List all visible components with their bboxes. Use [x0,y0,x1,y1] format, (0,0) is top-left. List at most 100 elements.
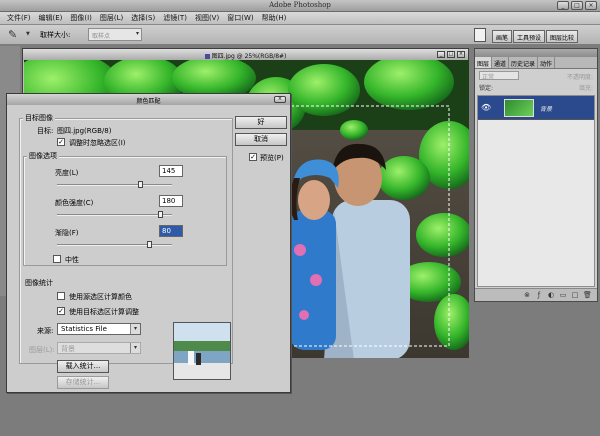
luminance-slider-track[interactable] [57,184,172,186]
menu-file[interactable]: 文件(F) [3,13,35,23]
trash-icon[interactable]: 🗑 [583,291,592,299]
fade-label: 渐隐(F) [55,229,79,237]
match-color-dialog: 颜色匹配 × 目标图像 目标: 图四.jpg(RGB/8) ✓ 调整时忽略选区(… [6,93,291,393]
color-intensity-input[interactable]: 180 [159,195,183,207]
layer-value: 背景 [61,345,75,353]
source-select[interactable]: Statistics File ▾ [57,323,141,335]
source-label: 来源: [37,327,54,335]
app-title: Adobe Photoshop [269,1,331,9]
image-options-group [23,156,227,266]
layer-name: 背景 [540,106,553,113]
cancel-button[interactable]: 取消 [235,133,287,146]
ignore-selection-label: 调整时忽略选区(I) [69,139,126,147]
document-close-button[interactable]: × [457,51,465,58]
dialog-title-bar[interactable]: 颜色匹配 × [7,94,290,105]
chevron-down-icon: ▾ [130,343,140,353]
lock-row: 锁定: 填充: [475,81,597,93]
document-title-bar[interactable]: 图四.jpg @ 25%(RGB/8#) _ □ × [23,49,468,60]
tab-channels[interactable]: 通道 [492,57,510,68]
tab-history[interactable]: 历史记录 [509,57,539,68]
luminance-label: 亮度(L) [55,169,79,177]
menu-bar: 文件(F) 编辑(E) 图像(I) 图层(L) 选择(S) 滤镜(T) 视图(V… [0,12,600,25]
save-statistics-button[interactable]: 存储统计... [57,376,109,389]
fade-slider-thumb[interactable] [147,241,152,248]
source-value: Statistics File [61,325,107,333]
menu-filter[interactable]: 滤镜(T) [159,13,191,23]
layers-panel-tabs: 图层 通道 历史记录 动作 [475,57,597,69]
document-title: 图四.jpg @ 25%(RGB/8#) [23,51,468,60]
window-controls: _ □ × [557,1,597,10]
ignore-selection-checkbox[interactable]: ✓ [57,138,65,146]
blend-row: 正常 不透明度: [475,69,597,81]
maximize-button[interactable]: □ [571,1,583,10]
layers-panel-header[interactable] [475,49,597,57]
tool-preset-caret-icon[interactable]: ▼ [26,31,30,37]
title-bar: Adobe Photoshop _ □ × [0,0,600,12]
layers-panel-footer: ⊗ ƒ ◐ ▭ □ 🗑 [475,288,597,301]
menu-help[interactable]: 帮助(H) [258,13,291,23]
menu-view[interactable]: 视图(V) [191,13,223,23]
layer-row-background[interactable]: 👁 背景 [478,96,594,120]
layer-list: 👁 背景 [477,95,595,287]
document-icon[interactable] [474,28,486,42]
minimize-button[interactable]: _ [557,1,569,10]
dialog-close-button[interactable]: × [274,96,286,103]
new-group-icon[interactable]: ▭ [559,291,567,299]
chevron-down-icon: ▾ [135,30,139,37]
tab-layers[interactable]: 图层 [475,57,493,68]
neutralize-label: 中性 [65,256,79,264]
color-intensity-slider-thumb[interactable] [158,211,164,218]
opacity-label: 不透明度: [566,74,593,81]
preview-checkbox[interactable]: ✓ [249,153,257,161]
blend-mode-select[interactable]: 正常 [479,71,519,81]
layers-panel: 图层 通道 历史记录 动作 正常 不透明度: 锁定: 填充: 👁 背景 ⊗ ƒ … [474,48,598,302]
adjustment-layer-icon[interactable]: ◐ [547,291,555,299]
color-intensity-label: 颜色强度(C) [55,199,94,207]
document-maximize-button[interactable]: □ [447,51,455,58]
eye-icon[interactable]: 👁 [481,103,491,113]
layer-select[interactable]: 背景 ▾ [57,342,141,354]
image-options-legend: 图像选项 [27,151,59,161]
menu-image[interactable]: 图像(I) [66,13,96,23]
target-image-legend: 目标图像 [23,113,55,123]
layer-style-icon[interactable]: ƒ [535,291,543,299]
source-selection-label: 使用源选区计算颜色 [69,293,132,301]
tab-tool-presets[interactable]: 工具预设 [513,30,546,43]
image-statistics-legend: 图像统计 [23,278,55,288]
preview-label: 预览(P) [260,154,284,162]
link-layers-icon[interactable]: ⊗ [523,291,531,299]
fade-slider-track[interactable] [57,244,172,246]
dialog-title: 颜色匹配 [136,98,161,105]
source-selection-checkbox[interactable] [57,292,65,300]
fade-input[interactable]: 80 [159,225,183,237]
target-selection-checkbox[interactable]: ✓ [57,307,65,315]
menu-edit[interactable]: 编辑(E) [35,13,67,23]
target-selection-label: 使用目标选区计算调整 [69,308,139,316]
menu-window[interactable]: 窗口(W) [223,13,257,23]
neutralize-checkbox[interactable] [53,255,61,263]
document-controls: _ □ × [437,51,465,58]
tab-actions[interactable]: 动作 [538,57,556,68]
document-minimize-button[interactable]: _ [437,51,445,58]
menu-select[interactable]: 选择(S) [127,13,159,23]
luminance-input[interactable]: 145 [159,165,183,177]
close-button[interactable]: × [585,1,597,10]
panel-well: 画笔 工具预设 图层比较 [492,30,579,43]
luminance-slider-thumb[interactable] [138,181,144,188]
load-statistics-button[interactable]: 载入统计... [57,360,109,373]
layer-label: 图层(L): [29,346,55,354]
options-bar: ✎ ▼ 取样大小: 取样点 ▾ 画笔 工具预设 图层比较 [0,25,600,45]
target-value: 图四.jpg(RGB/8) [57,127,112,135]
menu-layer[interactable]: 图层(L) [96,13,127,23]
sample-size-select[interactable]: 取样点 ▾ [88,28,142,41]
chevron-down-icon: ▾ [130,324,140,334]
ok-button[interactable]: 好 [235,116,287,129]
sample-size-label: 取样大小: [40,31,71,39]
tab-layer-comps[interactable]: 图层比较 [546,30,579,43]
sample-size-value: 取样点 [92,33,111,40]
fill-label: 填充: [578,85,593,92]
new-layer-icon[interactable]: □ [571,291,579,299]
eyedropper-icon[interactable]: ✎ [8,28,26,42]
tab-brushes[interactable]: 画笔 [492,30,513,43]
color-intensity-slider-track[interactable] [57,214,172,216]
